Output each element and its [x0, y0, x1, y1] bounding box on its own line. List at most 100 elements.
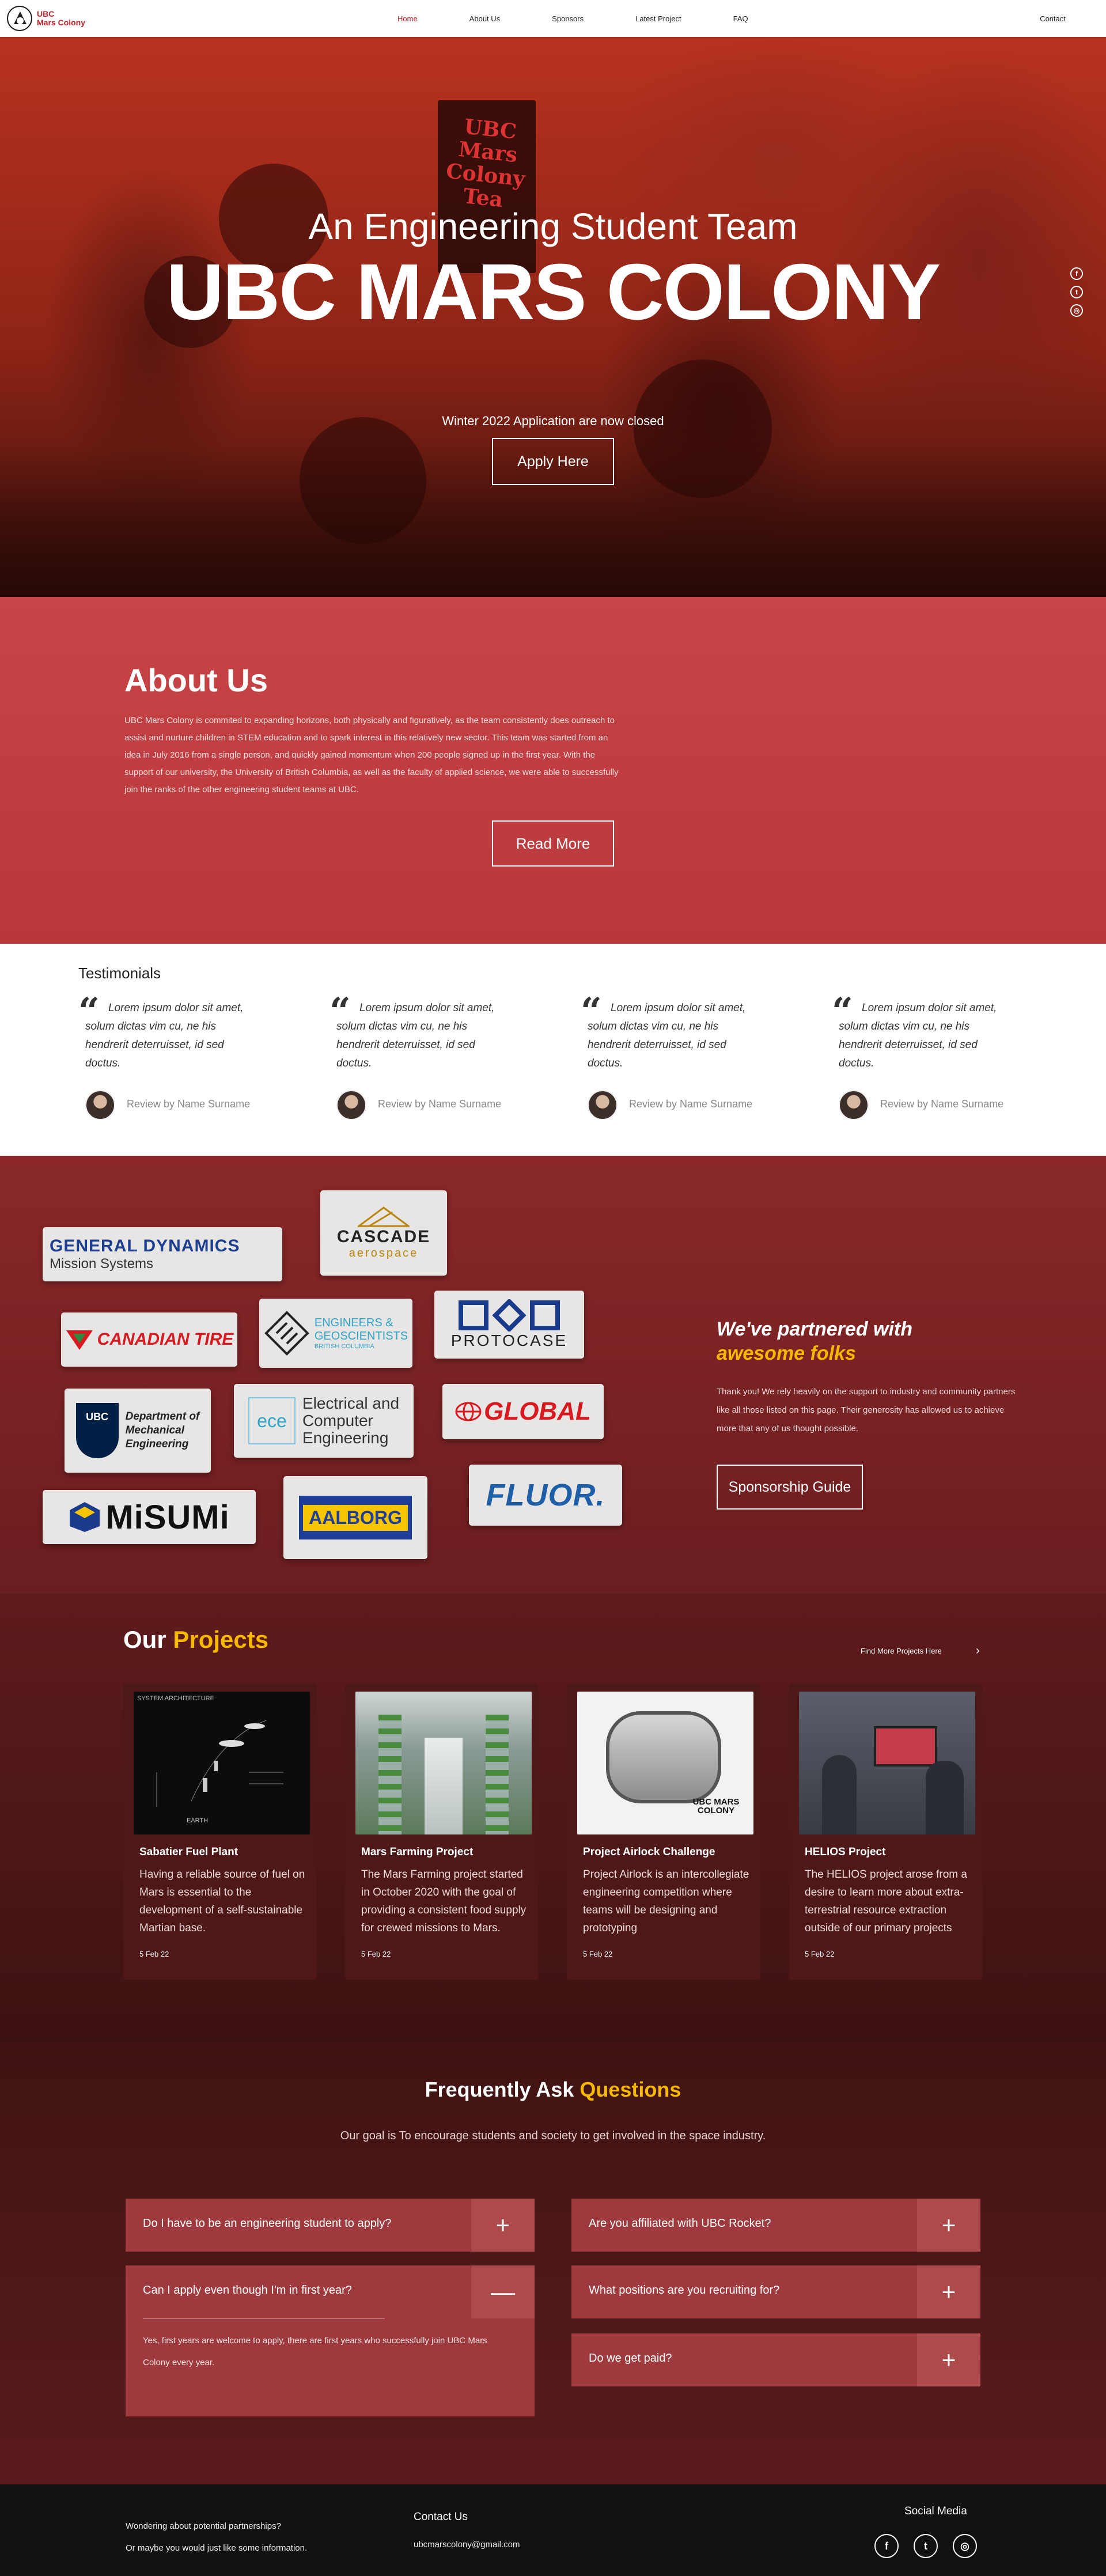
logo-line-1: UBC	[37, 9, 55, 18]
sponsor-name: GLOBAL	[484, 1397, 591, 1425]
person-silhouette	[822, 1755, 857, 1834]
sponsors-section: GENERAL DYNAMICS Mission Systems CASCADE…	[0, 1156, 1106, 1594]
testimonial-quote: Lorem ipsum dolor sit amet, solum dictas…	[336, 1002, 495, 1069]
project-description: Having a reliable source of fuel on Mars…	[139, 1868, 305, 1934]
project-card[interactable]: Mars Farming Project The Mars Farming pr…	[345, 1684, 539, 1980]
instagram-icon[interactable]: ◎	[1070, 304, 1083, 317]
sponsors-text: Thank you! We rely heavily on the suppor…	[717, 1387, 1016, 1433]
plus-icon[interactable]: +	[471, 2199, 535, 2252]
minus-icon[interactable]: —	[471, 2265, 535, 2318]
sponsor-name: GEOSCIENTISTS	[314, 1330, 408, 1342]
aalborg-badge: AALBORG	[299, 1496, 412, 1539]
project-card[interactable]: UBC MARS COLONY Project Airlock Challeng…	[567, 1684, 760, 1980]
faq-question: Are you affiliated with UBC Rocket?	[589, 2217, 771, 2230]
testimonial-quote: Lorem ipsum dolor sit amet, solum dictas…	[85, 1002, 244, 1069]
testimonial-author: Review by Name Surname	[127, 1098, 251, 1110]
divider	[143, 2318, 385, 2319]
project-description: The Mars Farming project started in Octo…	[361, 1868, 527, 1934]
image-caption: EARTH	[187, 1817, 209, 1824]
plus-icon[interactable]: +	[917, 2333, 980, 2386]
side-social-links: f t ◎	[1070, 267, 1083, 317]
faq-item-expanded[interactable]: Can I apply even though I'm in first yea…	[126, 2265, 535, 2318]
sponsor-name: Electrical and	[302, 1394, 400, 1412]
find-more-projects-link[interactable]: Find More Projects Here	[861, 1647, 942, 1655]
nav-contact[interactable]: Contact	[1040, 14, 1066, 23]
nav-latest-project[interactable]: Latest Project	[635, 14, 681, 23]
sponsor-name: Computer	[302, 1412, 373, 1429]
footer-line-1: Wondering about potential partnerships?	[126, 2521, 281, 2531]
corridor	[425, 1738, 463, 1834]
nav-links: Home About Us Sponsors Latest Project FA…	[397, 0, 800, 37]
sponsor-logo-aalborg[interactable]: AALBORG	[283, 1476, 427, 1559]
plus-icon[interactable]: +	[917, 2265, 980, 2318]
airlock-capsule	[606, 1711, 721, 1803]
about-body: UBC Mars Colony is commited to expanding…	[124, 716, 619, 795]
project-card[interactable]: SYSTEM ARCHITECTURE EARTH Sabatier Fuel …	[123, 1684, 317, 1980]
footer-contact-heading: Contact Us	[414, 2511, 468, 2523]
egbc-text: ENGINEERS & GEOSCIENTISTS BRITISH COLUMB…	[315, 1317, 408, 1350]
twitter-icon[interactable]: t	[1070, 286, 1083, 298]
nav-about-us[interactable]: About Us	[469, 14, 500, 23]
faq-item[interactable]: Do I have to be an engineering student t…	[126, 2199, 535, 2252]
project-title: Sabatier Fuel Plant	[139, 1846, 238, 1858]
read-more-button[interactable]: Read More	[492, 820, 614, 867]
faq-item[interactable]: What positions are you recruiting for? +	[571, 2265, 980, 2318]
sponsor-logo-protocase[interactable]: PROTOCASE	[434, 1291, 584, 1359]
chevron-right-icon[interactable]: ›	[976, 1644, 980, 1658]
project-description: Project Airlock is an intercollegiate en…	[583, 1868, 749, 1934]
sponsor-logo-global[interactable]: GLOBAL	[442, 1384, 604, 1439]
sponsor-logo-ubc-mechanical[interactable]: UBC Department of Mechanical Engineering	[65, 1389, 211, 1473]
nav-faq[interactable]: FAQ	[733, 14, 748, 23]
sponsor-name: MiSUMi	[105, 1498, 230, 1536]
site-logo[interactable]: UBC Mars Colony	[7, 6, 85, 31]
application-status: Winter 2022 Application are now closed	[442, 414, 664, 428]
faq-item[interactable]: Are you affiliated with UBC Rocket? +	[571, 2199, 980, 2252]
faq-item[interactable]: Do we get paid? +	[571, 2333, 980, 2386]
project-title: HELIOS Project	[805, 1846, 886, 1858]
faq-heading-plain: Frequently Ask	[425, 2078, 574, 2101]
mars-colony-logo-icon	[7, 6, 32, 31]
sponsor-subname: BRITISH COLUMBIA	[314, 1343, 374, 1350]
nav-home[interactable]: Home	[397, 14, 418, 23]
sponsor-logo-general-dynamics[interactable]: GENERAL DYNAMICS Mission Systems	[43, 1227, 282, 1281]
plant-rack	[378, 1715, 402, 1834]
top-navbar: UBC Mars Colony Home About Us Sponsors L…	[0, 0, 1106, 37]
image-label: UBC MARS COLONY	[692, 1797, 740, 1815]
plus-icon[interactable]: +	[917, 2199, 980, 2252]
sponsor-logo-cascade[interactable]: CASCADE aerospace	[320, 1190, 447, 1276]
apply-here-button[interactable]: Apply Here	[492, 438, 614, 485]
faq-question: Do I have to be an engineering student t…	[143, 2217, 392, 2230]
project-image-sabatier: SYSTEM ARCHITECTURE EARTH	[134, 1692, 310, 1834]
project-card[interactable]: HELIOS Project The HELIOS project arose …	[789, 1684, 982, 1980]
hero-section: UBC Mars Colony Tea An Engineering Stude…	[0, 37, 1106, 597]
sponsor-logo-ece[interactable]: ece Electrical and Computer Engineering	[234, 1384, 414, 1458]
display-screen	[874, 1726, 937, 1766]
sponsor-name: FLUOR.	[486, 1478, 605, 1512]
sponsors-title: We've partnered with awesome folks	[717, 1317, 912, 1365]
avatar	[588, 1090, 618, 1120]
project-image-helios	[799, 1692, 975, 1834]
twitter-icon[interactable]: t	[914, 2534, 938, 2558]
sponsor-logo-misumi[interactable]: MiSUMi	[43, 1490, 256, 1544]
nav-sponsors[interactable]: Sponsors	[552, 14, 584, 23]
instagram-icon[interactable]: ◎	[953, 2534, 977, 2558]
sponsor-logo-fluor[interactable]: FLUOR.	[469, 1465, 622, 1526]
footer: Wondering about potential partnerships? …	[0, 2484, 1106, 2576]
testimonial-quote: Lorem ipsum dolor sit amet, solum dictas…	[588, 1002, 746, 1069]
project-image-farming	[355, 1692, 532, 1834]
plant-rack	[486, 1715, 509, 1834]
faq-question: What positions are you recruiting for?	[589, 2284, 780, 2297]
sponsor-subname: aerospace	[349, 1246, 419, 1259]
projects-heading-accent: Projects	[173, 1626, 269, 1653]
faq-answer: Yes, first years are welcome to apply, t…	[143, 2336, 487, 2367]
egbc-diamond-icon	[264, 1311, 309, 1356]
sponsor-logo-egbc[interactable]: ENGINEERS & GEOSCIENTISTS BRITISH COLUMB…	[259, 1299, 412, 1368]
sponsor-name: GENERAL DYNAMICS	[50, 1236, 240, 1255]
facebook-icon[interactable]: f	[1070, 267, 1083, 280]
sponsor-logo-canadian-tire[interactable]: CANADIAN TIRE	[61, 1312, 237, 1367]
sponsorship-guide-button[interactable]: Sponsorship Guide	[717, 1465, 863, 1510]
facebook-icon[interactable]: f	[874, 2534, 899, 2558]
footer-email-link[interactable]: ubcmarscolony@gmail.com	[414, 2540, 520, 2549]
project-date: 5 Feb 22	[583, 1950, 613, 1958]
faq-subtitle: Our goal is To encourage students and so…	[340, 2129, 766, 2142]
